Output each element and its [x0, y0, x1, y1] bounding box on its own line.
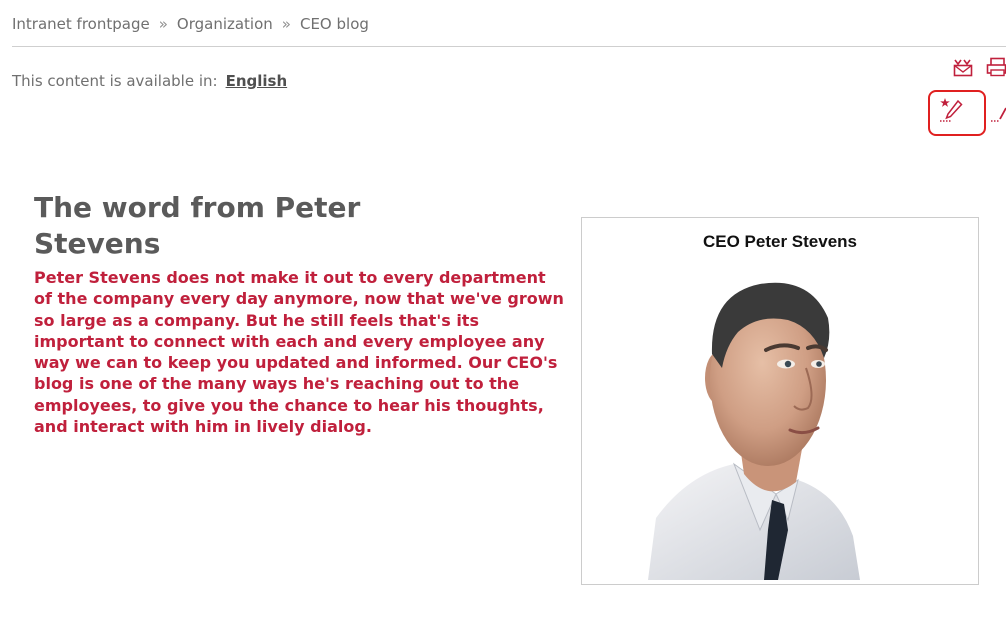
- page-title: The word from Peter Stevens: [34, 191, 361, 260]
- language-label: This content is available in:: [12, 72, 218, 90]
- breadcrumb-link-ceo-blog[interactable]: CEO blog: [300, 15, 369, 33]
- article-intro: Peter Stevens does not make it out to ev…: [34, 268, 564, 437]
- print-icon[interactable]: [986, 56, 1006, 82]
- language-bar: This content is available in: English: [12, 72, 287, 90]
- breadcrumb-link-organization[interactable]: Organization: [177, 15, 273, 33]
- edit-page-icon[interactable]: [938, 96, 964, 128]
- breadcrumb: Intranet frontpage » Organization » CEO blog: [12, 15, 369, 33]
- send-email-icon[interactable]: [952, 56, 974, 82]
- language-link-english[interactable]: English: [226, 72, 288, 90]
- photo-caption: CEO Peter Stevens: [702, 232, 857, 251]
- breadcrumb-separator: »: [158, 15, 168, 33]
- ceo-photo-box: CEO Peter Stevens: [581, 217, 979, 585]
- ceo-portrait-image: [648, 268, 888, 584]
- more-edit-icon[interactable]: [990, 98, 1006, 128]
- breadcrumb-divider: [12, 46, 1006, 47]
- breadcrumb-link-intranet-frontpage[interactable]: Intranet frontpage: [12, 15, 150, 33]
- breadcrumb-separator: »: [281, 15, 291, 33]
